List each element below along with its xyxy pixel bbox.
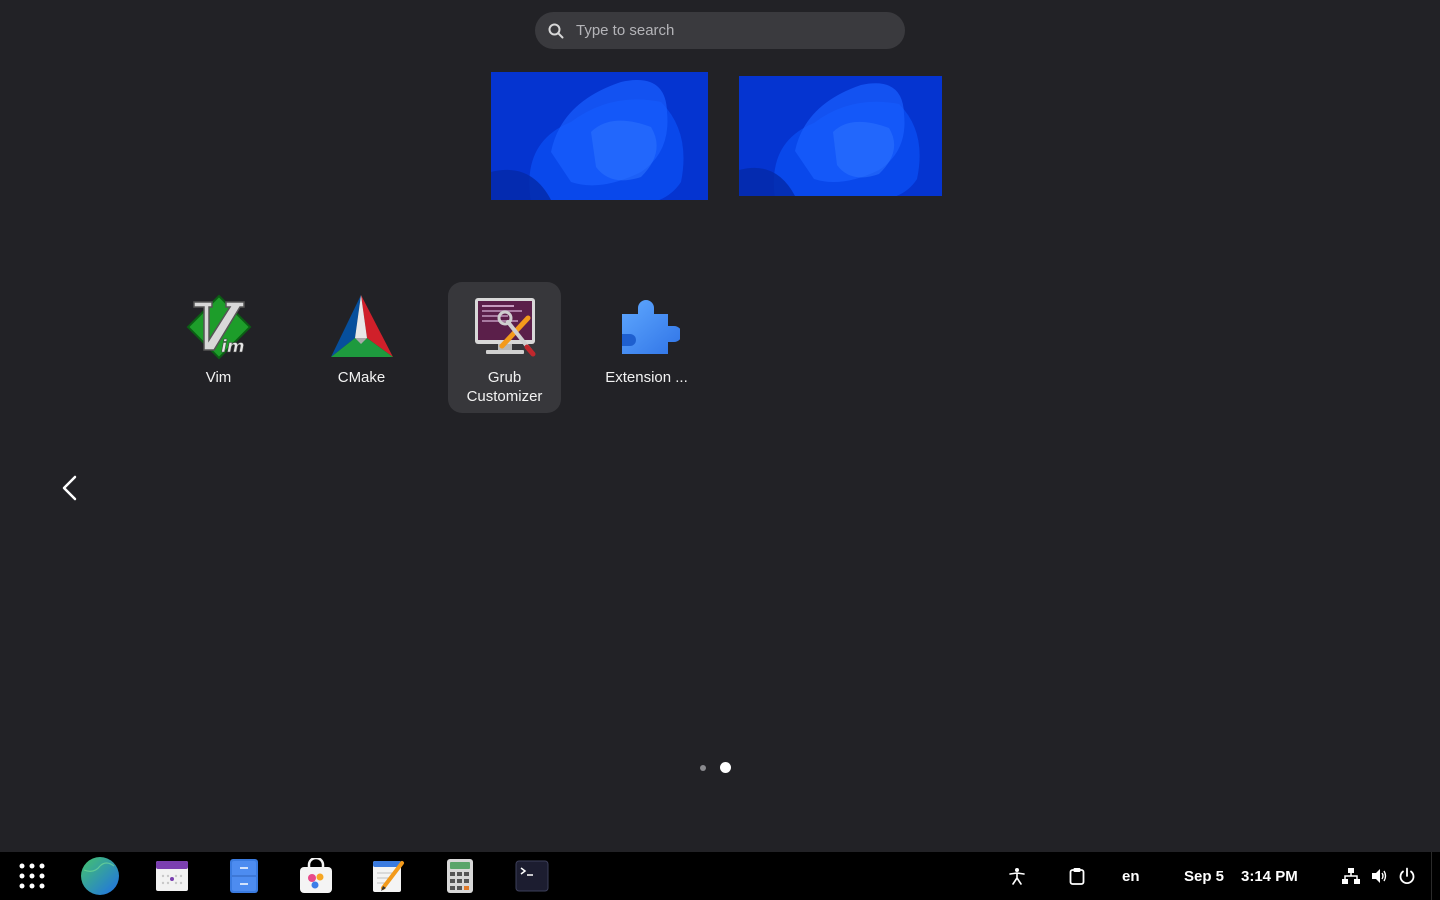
workspace-thumbnail-2[interactable]	[739, 76, 942, 196]
terminal-icon[interactable]	[508, 852, 556, 900]
app-label: CMake	[337, 369, 386, 386]
cmake-icon	[329, 294, 395, 360]
page-dot-1[interactable]	[700, 764, 706, 771]
app-extension-manager[interactable]: Extension ...	[590, 282, 703, 413]
search-bar[interactable]	[535, 12, 905, 49]
calendar-icon[interactable]	[148, 852, 196, 900]
clipboard-icon[interactable]	[1053, 852, 1101, 900]
app-grid-icon[interactable]	[8, 852, 56, 900]
page-indicator	[694, 762, 731, 773]
app-grub-customizer[interactable]: Grub Customizer	[448, 282, 561, 413]
taskbar: en Sep 5 3:14 PM	[0, 852, 1440, 900]
accessibility-icon[interactable]	[993, 852, 1041, 900]
app-label: Vim	[205, 369, 232, 386]
app-label: Extension ...	[605, 369, 688, 386]
workspace-thumbnail-1[interactable]	[491, 72, 708, 200]
app-vim[interactable]: im Vim	[162, 282, 275, 413]
keyboard-layout-indicator[interactable]: en	[1122, 852, 1140, 900]
svg-text:im: im	[221, 337, 245, 357]
app-cmake[interactable]: CMake	[305, 282, 418, 413]
time-label[interactable]: 3:14 PM	[1241, 852, 1298, 900]
extension-manager-icon	[614, 294, 680, 360]
web-browser-icon[interactable]	[76, 852, 124, 900]
app-label: Grub Customizer	[466, 369, 543, 405]
text-editor-icon[interactable]	[364, 852, 412, 900]
file-manager-icon[interactable]	[220, 852, 268, 900]
search-icon	[547, 22, 565, 40]
search-input[interactable]	[576, 22, 876, 39]
power-icon[interactable]	[1383, 852, 1431, 900]
grub-customizer-icon	[472, 294, 538, 360]
date-label[interactable]: Sep 5	[1184, 852, 1224, 900]
calculator-icon[interactable]	[436, 852, 484, 900]
vim-icon: im	[186, 294, 252, 360]
taskbar-edge-divider	[1431, 852, 1432, 900]
previous-page-arrow-icon[interactable]	[58, 474, 82, 502]
software-store-icon[interactable]	[292, 852, 340, 900]
page-dot-2-active[interactable]	[720, 762, 731, 773]
